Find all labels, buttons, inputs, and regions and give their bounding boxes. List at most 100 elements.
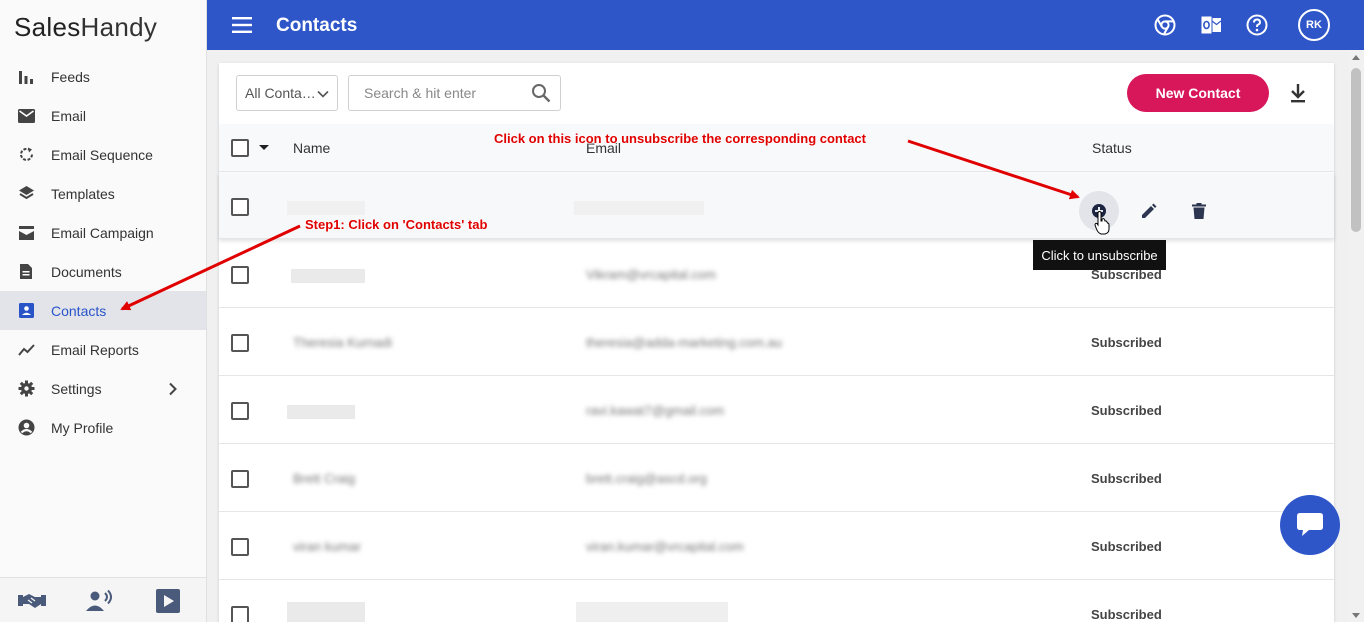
- scroll-down-arrow-icon[interactable]: [1352, 613, 1360, 618]
- search-icon[interactable]: [531, 83, 551, 103]
- user-avatar[interactable]: RK: [1298, 9, 1330, 41]
- vertical-scrollbar[interactable]: [1348, 50, 1364, 622]
- search-input[interactable]: [349, 76, 519, 110]
- redacted-email: [574, 201, 704, 215]
- chrome-icon[interactable]: [1154, 14, 1176, 36]
- contact-email: viran.kumar@vrcapital.com: [586, 539, 744, 554]
- edit-pencil-icon[interactable]: [1129, 191, 1169, 231]
- sidebar-item-email-sequence[interactable]: Email Sequence: [0, 135, 206, 174]
- new-contact-button[interactable]: New Contact: [1127, 74, 1269, 112]
- sidebar-item-label: Templates: [51, 185, 115, 202]
- bulk-select-dropdown-icon[interactable]: [259, 145, 269, 150]
- page-title: Contacts: [276, 15, 358, 36]
- table-row[interactable]: Theresia Kurnadi theresia@adda-marketing…: [219, 308, 1334, 376]
- unsubscribe-tooltip: Click to unsubscribe: [1033, 240, 1166, 270]
- table-row[interactable]: Brett Craig brett.craig@ascd.org Subscri…: [219, 444, 1334, 512]
- sidebar-item-templates[interactable]: Templates: [0, 174, 206, 213]
- sidebar-item-feeds[interactable]: Feeds: [0, 57, 206, 96]
- contacts-card: All Conta… New Contact Name Email Status…: [219, 63, 1334, 622]
- sidebar-footer: [0, 577, 206, 622]
- column-header-status[interactable]: Status: [1092, 140, 1132, 156]
- row-checkbox[interactable]: [231, 538, 249, 556]
- sidebar-item-my-profile[interactable]: My Profile: [0, 408, 206, 447]
- scroll-up-arrow-icon[interactable]: [1352, 55, 1360, 60]
- status-badge: Subscribed: [1091, 471, 1162, 486]
- row-checkbox[interactable]: [231, 470, 249, 488]
- row-checkbox[interactable]: [231, 198, 249, 216]
- sidebar-item-label: Settings: [51, 380, 102, 397]
- help-icon[interactable]: [1246, 14, 1268, 36]
- top-header: Contacts RK: [207, 0, 1364, 50]
- sidebar-item-settings[interactable]: Settings: [0, 369, 206, 408]
- sidebar-item-label: Email Reports: [51, 341, 139, 358]
- chevron-down-icon: [316, 87, 330, 101]
- status-badge: Subscribed: [1091, 335, 1162, 350]
- select-all-checkbox[interactable]: [231, 139, 249, 157]
- sidebar-item-label: My Profile: [51, 419, 114, 436]
- sidebar-item-label: Feeds: [51, 68, 90, 85]
- chat-widget-button[interactable]: [1280, 495, 1340, 555]
- annotation-unsubscribe-hint: Click on this icon to unsubscribe the co…: [494, 131, 866, 146]
- contact-name: viran kumar: [293, 539, 361, 554]
- contact-email: Vikram@vrcapital.com: [586, 267, 716, 282]
- contact-email: theresia@adda-marketing.com.au: [586, 335, 783, 350]
- voice-person-icon[interactable]: [85, 588, 115, 614]
- outlook-icon[interactable]: [1200, 14, 1222, 36]
- redacted-name: [287, 602, 365, 622]
- sidebar-item-documents[interactable]: Documents: [0, 252, 206, 291]
- layers-icon: [17, 185, 35, 203]
- table-row[interactable]: Vikram@vrcapital.com Subscribed: [219, 240, 1334, 308]
- inbox-icon: [17, 224, 35, 242]
- sidebar-item-email-campaign[interactable]: Email Campaign: [0, 213, 206, 252]
- redacted-name: [287, 201, 365, 215]
- sidebar-item-label: Contacts: [51, 302, 107, 319]
- table-row[interactable]: ravi.kawat7@gmail.com Subscribed: [219, 376, 1334, 444]
- bar-chart-icon: [17, 68, 35, 86]
- contact-email: ravi.kawat7@gmail.com: [586, 403, 725, 418]
- redacted-name: [291, 269, 365, 283]
- status-badge: Subscribed: [1091, 607, 1162, 622]
- hamburger-menu-icon[interactable]: [232, 17, 252, 33]
- status-badge: Subscribed: [1091, 539, 1162, 554]
- download-icon[interactable]: [1287, 82, 1309, 104]
- table-row[interactable]: viran kumar viran.kumar@vrcapital.com Su…: [219, 512, 1334, 580]
- row-checkbox[interactable]: [231, 266, 249, 284]
- search-box: [348, 75, 561, 111]
- sidebar: SalesHandy Feeds Email Email Sequence Te…: [0, 0, 207, 622]
- redacted-name: [287, 405, 355, 419]
- row-checkbox[interactable]: [231, 402, 249, 420]
- gear-icon: [17, 380, 35, 398]
- play-video-icon[interactable]: [153, 588, 183, 614]
- contact-name: Brett Craig: [293, 471, 356, 486]
- delete-trash-icon[interactable]: [1179, 191, 1219, 231]
- hand-cursor-icon: [1094, 211, 1110, 235]
- sidebar-item-email[interactable]: Email: [0, 96, 206, 135]
- document-icon: [17, 263, 35, 281]
- app-logo[interactable]: SalesHandy: [14, 12, 157, 43]
- scrollbar-thumb[interactable]: [1351, 68, 1361, 232]
- handshake-icon[interactable]: [17, 588, 47, 614]
- trend-line-icon: [17, 341, 35, 359]
- table-row[interactable]: Subscribed: [219, 580, 1334, 622]
- refresh-icon: [17, 146, 35, 164]
- filter-select-value: All Conta…: [245, 85, 316, 101]
- contact-name: Theresia Kurnadi: [293, 335, 392, 350]
- row-checkbox[interactable]: [231, 606, 249, 622]
- sidebar-item-email-reports[interactable]: Email Reports: [0, 330, 206, 369]
- sidebar-item-label: Email Campaign: [51, 224, 154, 241]
- contact-card-icon: [17, 302, 35, 320]
- sidebar-item-label: Email: [51, 107, 87, 124]
- sidebar-item-label: Email Sequence: [51, 146, 153, 163]
- chevron-right-icon: [166, 382, 180, 396]
- row-checkbox[interactable]: [231, 334, 249, 352]
- chat-bubble-icon: [1297, 513, 1323, 536]
- status-badge: Subscribed: [1091, 403, 1162, 418]
- redacted-email: [576, 602, 728, 622]
- annotation-step1: Step1: Click on 'Contacts' tab: [305, 217, 488, 232]
- sidebar-item-contacts[interactable]: Contacts: [0, 291, 206, 330]
- contact-email: brett.craig@ascd.org: [586, 471, 707, 486]
- column-header-name[interactable]: Name: [293, 140, 330, 156]
- account-circle-icon: [17, 419, 35, 437]
- mail-icon: [17, 107, 35, 125]
- contact-filter-select[interactable]: All Conta…: [236, 75, 338, 111]
